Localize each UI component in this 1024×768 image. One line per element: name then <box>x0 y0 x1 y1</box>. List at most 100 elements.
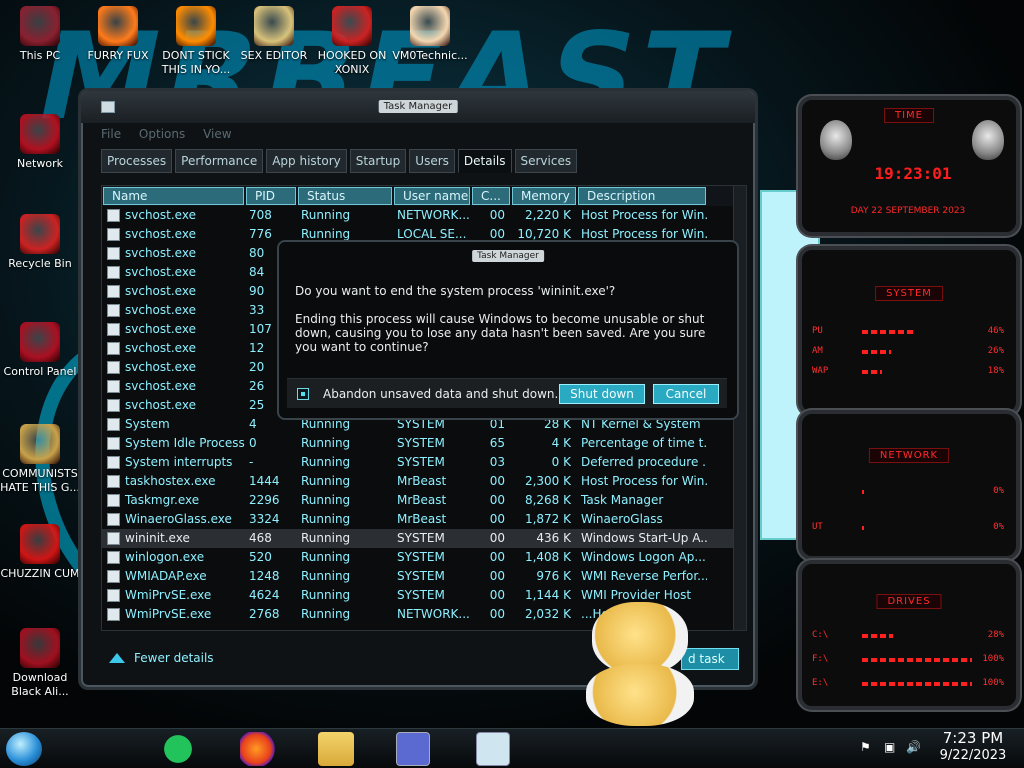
gadget-row-label: PU <box>812 326 823 336</box>
window-title: Task Manager <box>378 100 458 113</box>
dialog-title-bar[interactable]: Task Manager <box>279 248 737 264</box>
cell-desc: WMI Reverse Perfor... <box>581 569 707 583</box>
desktop-icon-label: This PC <box>19 49 61 62</box>
desktop-icon-furry-fux[interactable]: FURRY FUX <box>78 6 158 63</box>
gadget-row-value: 0% <box>993 486 1004 496</box>
communists-icon <box>20 424 60 464</box>
desktop-icon-network[interactable]: Network <box>0 114 80 171</box>
tab-app-history[interactable]: App history <box>266 149 347 173</box>
start-button[interactable] <box>6 732 42 766</box>
process-name-cell: winlogon.exe <box>102 548 245 567</box>
cell-mem: 1,872 K <box>524 512 571 526</box>
desktop-icon-this-pc[interactable]: This PC <box>0 6 80 63</box>
tab-startup[interactable]: Startup <box>349 149 407 173</box>
process-name-cell: System Idle Process <box>102 434 245 453</box>
task-manager-icon[interactable] <box>476 732 510 766</box>
desktop-icon-label: FURRY FUX <box>87 49 149 62</box>
gadget-row-value: 18% <box>987 366 1004 376</box>
tab-processes[interactable]: Processes <box>101 149 173 173</box>
desktop-icon-dont-stick[interactable]: DONT STICK THIS IN YO... <box>156 6 236 77</box>
column-header[interactable]: Memory ... <box>512 187 576 205</box>
cell-mem: 2,032 K <box>524 607 571 621</box>
system-clock[interactable]: 7:23 PM 9/22/2023 <box>926 728 1020 764</box>
cell-desc: Task Manager <box>581 493 664 507</box>
table-row[interactable]: System interrupts - Running SYSTEM 03 0 K Defe… <box>102 453 746 472</box>
gadget-title: NETWORK <box>868 448 950 463</box>
table-row[interactable]: taskhostex.exe 1444 Running MrBeast 00 2,300 … <box>102 472 746 491</box>
tab-details[interactable]: Details <box>457 149 512 173</box>
menu-file[interactable]: File <box>101 127 121 141</box>
flag-icon[interactable]: ⚑ <box>860 740 874 754</box>
desktop-icon-vm0-technic[interactable]: VM0Technic... <box>390 6 470 63</box>
desktop-icon-communists[interactable]: COMMUNISTS HATE THIS G... <box>0 424 80 495</box>
cancel-button[interactable]: Cancel <box>653 383 719 404</box>
checkbox-label: Abandon unsaved data and shut down. <box>323 386 559 401</box>
process-name-cell: WmiPrvSE.exe <box>102 605 245 624</box>
table-row[interactable]: WinaeroGlass.exe 3324 Running MrBeast 00 1,87… <box>102 510 746 529</box>
process-icon <box>107 532 120 545</box>
process-name: svchost.exe <box>125 265 196 279</box>
desktop-icon-recycle-bin[interactable]: Recycle Bin <box>0 214 80 271</box>
desktop-icon-download-black-alienware[interactable]: Download Black Ali... <box>0 628 80 699</box>
desktop-icon-sex-editor[interactable]: SEX EDITOR <box>234 6 314 63</box>
table-row[interactable]: winlogon.exe 520 Running SYSTEM 00 1,408 K Win… <box>102 548 746 567</box>
control-panel-icon[interactable] <box>396 732 430 766</box>
cell-pid: 2768 <box>249 607 280 621</box>
process-name: Taskmgr.exe <box>125 493 200 507</box>
process-name: System <box>125 417 170 431</box>
firefox-icon[interactable] <box>240 732 276 766</box>
file-explorer-icon[interactable] <box>318 732 354 766</box>
end-task-button[interactable]: d task <box>681 648 739 670</box>
title-bar[interactable]: Task Manager <box>81 91 755 123</box>
column-header[interactable]: Name <box>103 187 244 205</box>
abandon-data-checkbox[interactable] <box>297 387 309 400</box>
cell-user: MrBeast <box>397 512 447 526</box>
desktop-icon-label: Download Black Ali... <box>11 671 69 698</box>
tab-performance[interactable]: Performance <box>175 149 264 173</box>
cell-cpu: 00 <box>489 512 505 526</box>
table-row[interactable]: svchost.exe 708 Running NETWORK... 00 2,220 K… <box>102 206 746 225</box>
clock-date: 9/22/2023 <box>939 748 1007 763</box>
furry-fux-icon <box>98 6 138 46</box>
column-header[interactable]: PID <box>246 187 296 205</box>
column-header[interactable]: C... <box>472 187 510 205</box>
process-name: WinaeroGlass.exe <box>125 512 232 526</box>
cell-pid: 2296 <box>249 493 280 507</box>
gadget-row-label: C:\ <box>812 630 829 640</box>
menu-view[interactable]: View <box>203 127 231 141</box>
cell-pid: 3324 <box>249 512 280 526</box>
process-name: svchost.exe <box>125 322 196 336</box>
tab-services[interactable]: Services <box>514 149 578 173</box>
process-name: svchost.exe <box>125 379 196 393</box>
column-header[interactable]: User name <box>394 187 470 205</box>
desktop-icon-chuzzin-cum[interactable]: CHUZZIN CUM <box>0 524 80 581</box>
process-name-cell: svchost.exe <box>102 244 245 263</box>
gadget-row-value: 28% <box>987 630 1004 640</box>
desktop-icon-label: CHUZZIN CUM <box>0 567 80 580</box>
network-icon[interactable]: ▣ <box>884 740 898 754</box>
table-row[interactable]: System Idle Process 0 Running SYSTEM 65 4 K Pe… <box>102 434 746 453</box>
volume-icon[interactable]: 🔊 <box>906 740 921 754</box>
process-name-cell: taskhostex.exe <box>102 472 245 491</box>
cell-status: Running <box>301 550 351 564</box>
tab-users[interactable]: Users <box>409 149 455 173</box>
column-header[interactable]: Status <box>298 187 392 205</box>
table-row[interactable]: Taskmgr.exe 2296 Running MrBeast 00 8,268 K Ta… <box>102 491 746 510</box>
desktop-icon-control-panel[interactable]: Control Panel <box>0 322 80 379</box>
process-name: svchost.exe <box>125 208 196 222</box>
gadget-row-value: 46% <box>987 326 1004 336</box>
vm0-technic-icon <box>410 6 450 46</box>
column-header[interactable]: Description <box>578 187 706 205</box>
cell-status: Running <box>301 493 351 507</box>
dialog-body: Ending this process will cause Windows t… <box>295 312 706 354</box>
chevron-up-icon <box>109 653 125 663</box>
process-name-cell: svchost.exe <box>102 339 245 358</box>
shut-down-button[interactable]: Shut down <box>559 383 645 404</box>
desktop-icon-hooked-on-xonix[interactable]: HOOKED ON XONIX <box>312 6 392 77</box>
spotify-icon[interactable] <box>160 732 196 766</box>
fewer-details-button[interactable]: Fewer details <box>109 651 214 665</box>
table-row[interactable]: WMIADAP.exe 1248 Running SYSTEM 00 976 K WMI R… <box>102 567 746 586</box>
cell-user: NETWORK... <box>397 607 470 621</box>
menu-options[interactable]: Options <box>139 127 185 141</box>
table-row[interactable]: wininit.exe 468 Running SYSTEM 00 436 K Window… <box>102 529 746 548</box>
